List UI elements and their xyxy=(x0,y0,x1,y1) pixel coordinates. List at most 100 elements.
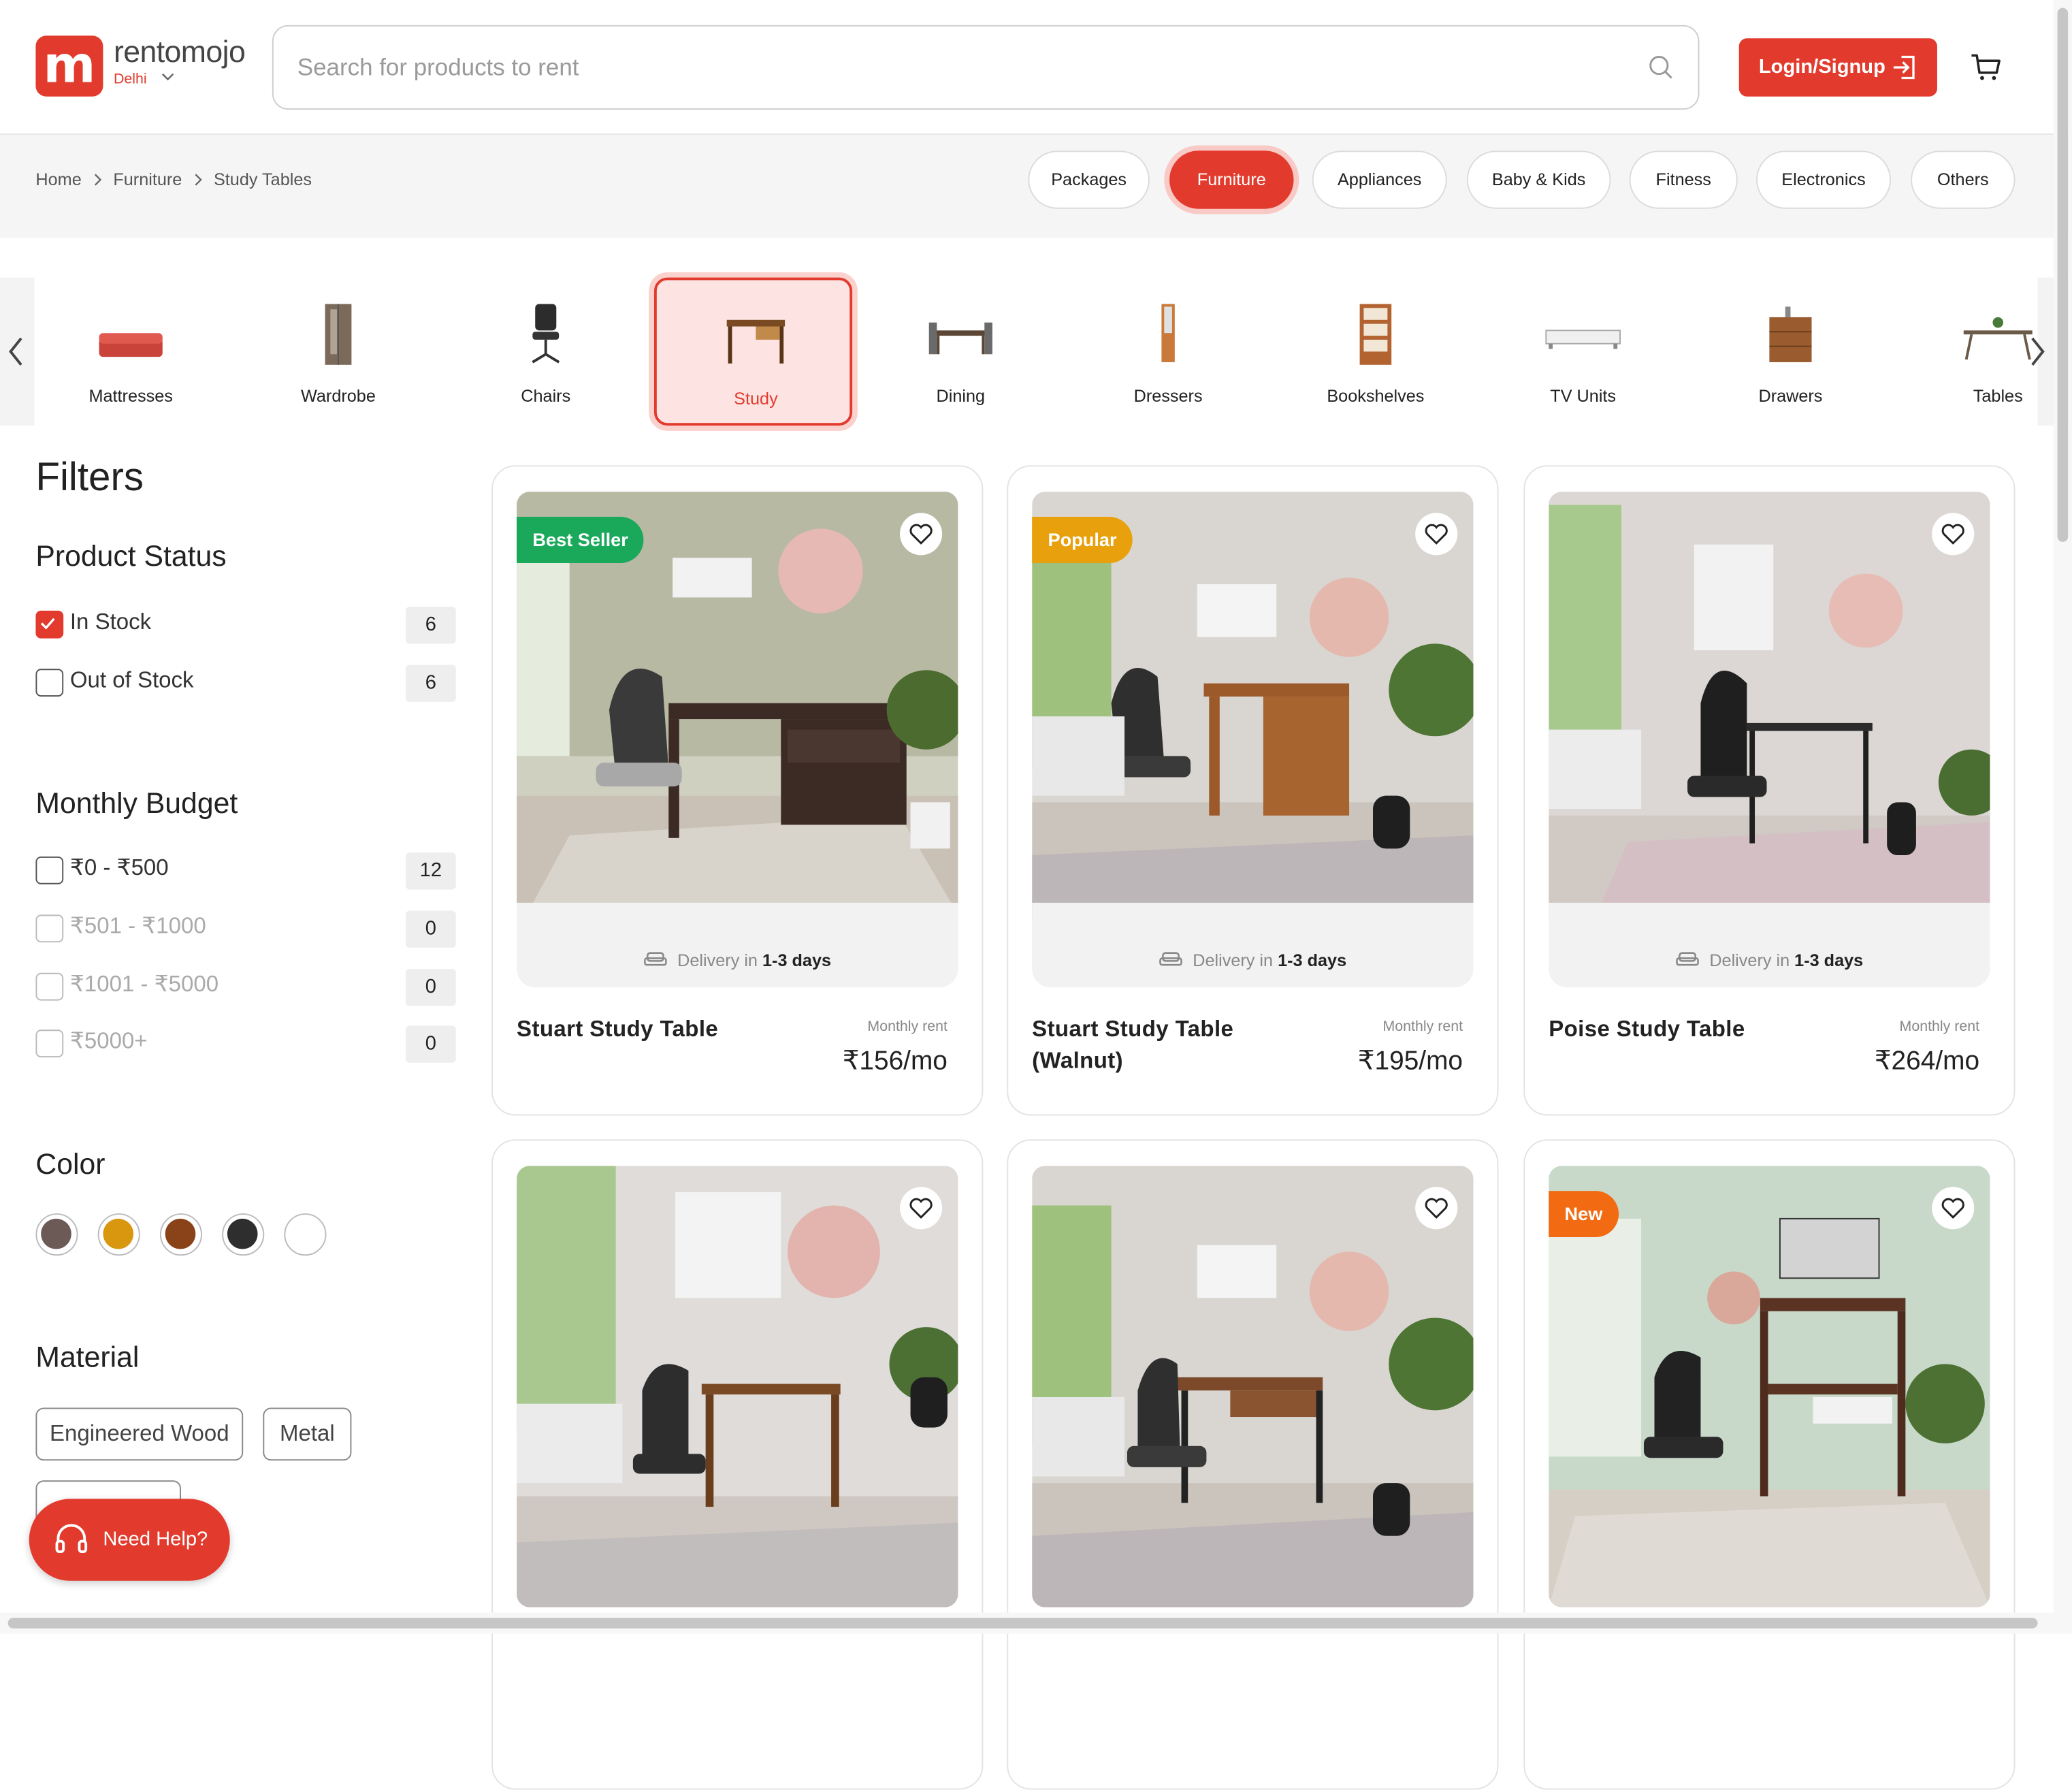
material-title: Material xyxy=(35,1340,140,1374)
wishlist-button[interactable] xyxy=(1932,1187,1975,1230)
filter-budget-5000-plus[interactable]: ₹5000+ 0 xyxy=(35,1025,456,1063)
chevron-left-icon[interactable] xyxy=(5,333,27,370)
product-name[interactable]: Stuart Study Table (Walnut) xyxy=(1032,1014,1296,1077)
check-icon xyxy=(40,618,55,630)
breadcrumb-study-tables[interactable]: Study Tables xyxy=(214,169,312,189)
wardrobe-icon xyxy=(325,304,352,365)
product-card[interactable]: New xyxy=(1523,1139,2016,1790)
tab-baby-kids[interactable]: Baby & Kids xyxy=(1466,150,1611,209)
wishlist-button[interactable] xyxy=(1415,1187,1458,1230)
subcategory-dining[interactable]: Dining xyxy=(862,278,1060,426)
vertical-scrollbar-thumb[interactable] xyxy=(2057,7,2069,542)
wishlist-button[interactable] xyxy=(1932,513,1975,556)
checkbox[interactable] xyxy=(35,972,64,1001)
product-image[interactable] xyxy=(517,1166,958,1608)
subcategory-label: Wardrobe xyxy=(301,385,376,406)
subcategory-label: Study xyxy=(734,388,778,409)
need-help-button[interactable]: Need Help? xyxy=(29,1499,230,1581)
product-card[interactable]: Best Seller Delivery in 1-3 days Stuart … xyxy=(491,465,984,1116)
login-signup-button[interactable]: Login/Signup xyxy=(1738,38,1937,97)
breadcrumb-home[interactable]: Home xyxy=(35,169,81,189)
filter-count: 0 xyxy=(405,1025,456,1063)
product-photo xyxy=(517,1166,958,1608)
product-price: ₹195/mo xyxy=(1357,1046,1463,1076)
tab-appliances[interactable]: Appliances xyxy=(1312,150,1447,209)
product-photo xyxy=(1032,1166,1474,1608)
search-bar[interactable] xyxy=(272,25,1700,110)
subcategory-bookshelves[interactable]: Bookshelves xyxy=(1276,278,1474,426)
horizontal-scrollbar-thumb[interactable] xyxy=(7,1618,2038,1629)
heart-icon xyxy=(909,1198,933,1219)
wishlist-button[interactable] xyxy=(900,1187,943,1230)
product-image[interactable] xyxy=(1549,492,1990,933)
material-metal[interactable]: Metal xyxy=(263,1407,352,1461)
chair-icon xyxy=(532,304,560,364)
subcategory-dressers[interactable]: Dressers xyxy=(1069,278,1267,426)
subcategory-tv-units[interactable]: TV Units xyxy=(1484,278,1682,426)
monthly-rent-label: Monthly rent xyxy=(1382,1019,1463,1036)
product-card[interactable]: Delivery in 1-3 days Poise Study Table M… xyxy=(1523,465,2016,1116)
color-swatch-white[interactable] xyxy=(284,1213,327,1256)
chevron-right-icon[interactable] xyxy=(2027,333,2048,370)
color-swatch-black[interactable] xyxy=(222,1213,265,1256)
subcategory-mattresses[interactable]: Mattresses xyxy=(32,278,230,426)
breadcrumb-furniture[interactable]: Furniture xyxy=(113,169,182,189)
subcategory-wardrobe[interactable]: Wardrobe xyxy=(239,278,437,426)
filter-in-stock[interactable]: In Stock 6 xyxy=(35,607,456,644)
tab-packages[interactable]: Packages xyxy=(1028,150,1150,209)
color-swatch-amber[interactable] xyxy=(97,1213,140,1256)
rentomojo-logo[interactable]: m xyxy=(35,35,103,97)
wishlist-button[interactable] xyxy=(900,513,943,556)
mattress-icon xyxy=(99,333,163,357)
checkbox[interactable] xyxy=(35,669,64,697)
delivery-prefix: Delivery in xyxy=(1709,950,1790,970)
product-card[interactable] xyxy=(491,1139,984,1790)
headset-icon xyxy=(55,1524,88,1554)
product-image[interactable] xyxy=(1549,1166,1990,1608)
color-swatch-brown[interactable] xyxy=(159,1213,203,1256)
tab-electronics[interactable]: Electronics xyxy=(1755,150,1892,209)
table-icon xyxy=(1963,317,2033,360)
city-selector[interactable]: Delhi xyxy=(114,71,147,87)
filter-label: ₹0 - ₹500 xyxy=(69,855,169,880)
monthly-rent-label: Monthly rent xyxy=(1899,1019,1980,1036)
dining-table-icon xyxy=(928,322,992,355)
subcategory-chairs[interactable]: Chairs xyxy=(447,278,645,426)
wishlist-button[interactable] xyxy=(1415,513,1458,556)
delivery-info: Delivery in 1-3 days xyxy=(517,902,958,988)
filter-count: 6 xyxy=(405,665,456,702)
subcategory-drawers[interactable]: Drawers xyxy=(1691,278,1890,426)
login-icon xyxy=(1893,55,1915,80)
checkbox[interactable] xyxy=(35,914,64,943)
product-image[interactable] xyxy=(1032,1166,1474,1608)
filter-label: In Stock xyxy=(69,609,152,635)
chevron-down-icon[interactable] xyxy=(160,69,176,84)
filter-out-of-stock[interactable]: Out of Stock 6 xyxy=(35,665,456,702)
filter-budget-501-1000[interactable]: ₹501 - ₹1000 0 xyxy=(35,910,456,948)
checkbox[interactable] xyxy=(35,1029,64,1058)
tab-others[interactable]: Others xyxy=(1911,150,2016,209)
tab-furniture[interactable]: Furniture xyxy=(1169,150,1294,209)
search-icon[interactable] xyxy=(1648,54,1674,81)
study-table-icon xyxy=(726,319,786,364)
filter-budget-0-500[interactable]: ₹0 - ₹500 12 xyxy=(35,852,456,890)
cart-icon[interactable] xyxy=(1969,50,2003,84)
filter-budget-1001-5000[interactable]: ₹1001 - ₹5000 0 xyxy=(35,968,456,1006)
filter-count: 6 xyxy=(405,607,456,644)
product-card[interactable] xyxy=(1007,1139,1499,1790)
color-swatch-taupe[interactable] xyxy=(35,1213,78,1256)
delivery-days: 1-3 days xyxy=(1794,950,1864,970)
product-name[interactable]: Stuart Study Table xyxy=(517,1014,781,1046)
checkbox-checked[interactable] xyxy=(35,610,64,639)
material-engineered-wood[interactable]: Engineered Wood xyxy=(35,1407,244,1461)
tab-fitness[interactable]: Fitness xyxy=(1629,150,1738,209)
filter-label: Out of Stock xyxy=(69,667,194,693)
checkbox[interactable] xyxy=(35,856,64,884)
delivery-days: 1-3 days xyxy=(762,950,832,970)
product-name[interactable]: Poise Study Table xyxy=(1549,1014,1813,1046)
filter-count: 12 xyxy=(405,852,456,890)
filter-label: ₹5000+ xyxy=(69,1028,148,1054)
product-card[interactable]: Popular Delivery in 1-3 days Stuart Stud… xyxy=(1007,465,1499,1116)
subcategory-study[interactable]: Study xyxy=(653,277,853,426)
search-input[interactable] xyxy=(297,26,1619,109)
